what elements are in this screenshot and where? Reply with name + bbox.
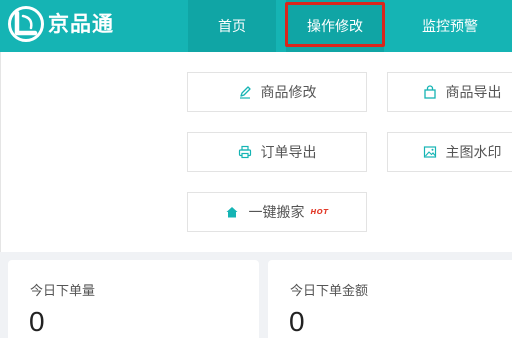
brand-name: 京品通 <box>48 12 114 36</box>
logo-icon[interactable] <box>8 6 44 42</box>
home-icon <box>225 205 239 219</box>
menu-item-label: 订单导出 <box>260 145 317 161</box>
stat-value: 0 <box>29 306 45 337</box>
nav-home[interactable]: 首页 <box>188 0 276 52</box>
menu-item-watermark[interactable]: 主图水印 <box>387 132 512 172</box>
nav-monitor[interactable]: 监控预警 <box>388 0 512 52</box>
menu-item-label: 商品修改 <box>260 85 317 101</box>
menu-item-label: 主图水印 <box>445 145 502 161</box>
nav-operations[interactable]: 操作修改 <box>286 0 384 52</box>
menu-item-one-click-move[interactable]: 一键搬家 HOT <box>187 192 367 232</box>
top-navbar: 京品通 首页 操作修改 监控预警 <box>0 0 512 52</box>
stat-value: 0 <box>289 306 305 337</box>
stat-card-orders: 今日下单量 0 <box>8 260 259 338</box>
menu-item-export-products[interactable]: 商品导出 <box>387 72 512 112</box>
hot-badge: HOT <box>310 208 329 216</box>
stat-card-amount: 今日下单金额 0 <box>268 260 512 338</box>
menu-item-edit-products[interactable]: 商品修改 <box>187 72 367 112</box>
image-icon <box>423 145 437 159</box>
stat-title: 今日下单量 <box>30 284 96 299</box>
menu-item-label: 一键搬家 <box>248 205 305 221</box>
menu-item-export-orders[interactable]: 订单导出 <box>187 132 367 172</box>
stat-title: 今日下单金额 <box>290 284 369 299</box>
menu-item-label: 商品导出 <box>445 85 502 101</box>
printer-icon <box>238 145 252 159</box>
pen-icon <box>238 85 252 99</box>
operations-panel: 商品修改 商品导出 订单导出 主图水印 一键搬家 HOT <box>0 52 512 252</box>
bag-icon <box>423 85 437 99</box>
